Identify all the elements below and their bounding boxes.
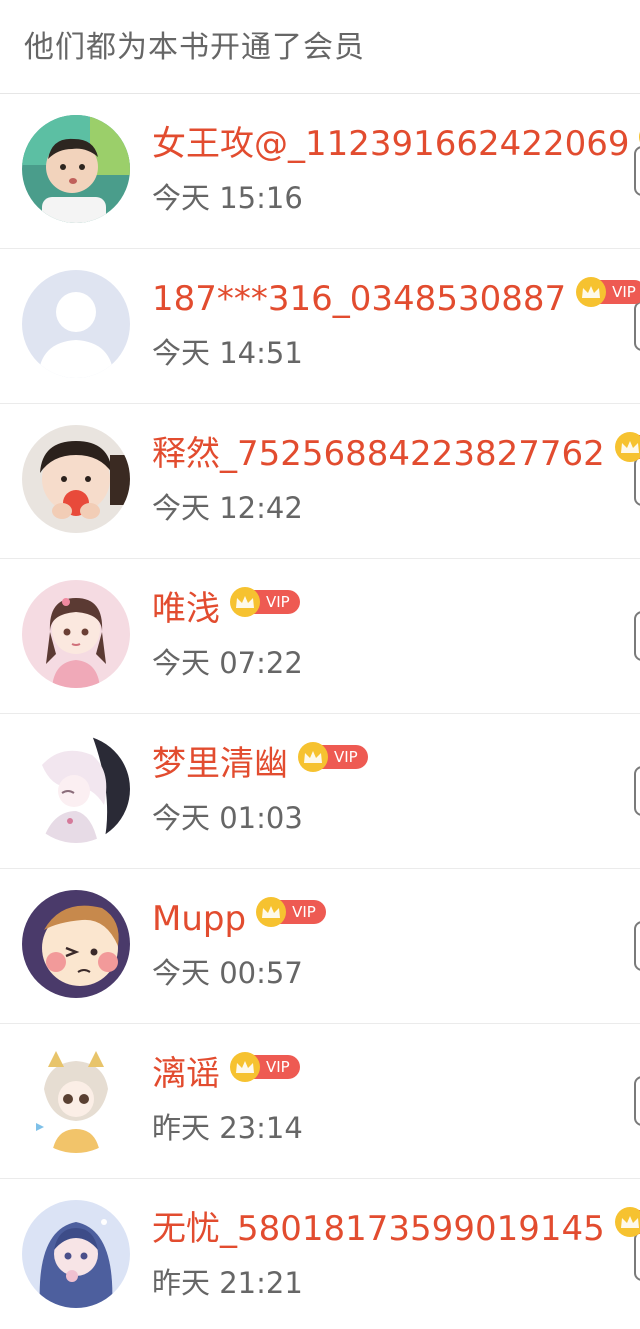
user-name[interactable]: 释然_75256884223827762: [152, 432, 605, 476]
name-line: Mupp VIP: [152, 897, 326, 941]
follow-button[interactable]: [634, 766, 640, 816]
list-item[interactable]: 唯浅 VIP 今天 07:22: [0, 559, 640, 714]
user-name[interactable]: 梦里清幽: [152, 742, 288, 786]
crown-icon: [298, 742, 328, 772]
crown-icon: [256, 897, 287, 927]
crown-icon: [230, 587, 260, 617]
join-time: 今天 00:57: [152, 956, 303, 990]
vip-badge: VIP: [576, 277, 640, 307]
page-header: 他们都为本书开通了会员: [0, 0, 640, 94]
name-line: 唯浅 VIP: [152, 587, 300, 631]
list-item[interactable]: 187***316_0348530887 VIP 今天 14:51: [0, 249, 640, 404]
vip-members-page: 他们都为本书开通了会员 女王攻@_112391662422069 今天 15:1…: [0, 0, 640, 1329]
avatar[interactable]: [22, 580, 130, 688]
user-name[interactable]: 女王攻@_112391662422069: [152, 122, 629, 166]
avatar[interactable]: [22, 115, 130, 223]
follow-button[interactable]: [634, 1231, 640, 1281]
follow-button[interactable]: [634, 456, 640, 506]
follow-button[interactable]: [634, 921, 640, 971]
vip-badge: VIP: [614, 432, 640, 462]
member-list: 女王攻@_112391662422069 VIP 今天 15:16: [0, 94, 640, 1329]
user-name[interactable]: 唯浅: [152, 587, 220, 631]
avatar[interactable]: [22, 1200, 130, 1308]
name-line: 漓谣 VIP: [152, 1052, 300, 1096]
crown-icon: [576, 277, 607, 307]
follow-button[interactable]: [634, 611, 640, 661]
avatar[interactable]: [22, 270, 130, 378]
name-line: 梦里清幽 VIP: [152, 742, 368, 786]
follow-button[interactable]: [634, 301, 640, 351]
join-time: 今天 07:22: [152, 646, 303, 680]
crown-icon: [230, 1052, 260, 1082]
crown-icon: [614, 1207, 640, 1237]
list-item[interactable]: 女王攻@_112391662422069 VIP 今天 15:16: [0, 94, 640, 249]
list-item[interactable]: 梦里清幽 VIP 今天 01:03: [0, 714, 640, 869]
join-time: 今天 15:16: [152, 181, 303, 215]
user-name[interactable]: 无忧_58018173599019145: [152, 1207, 605, 1251]
avatar[interactable]: [22, 1045, 130, 1153]
user-name[interactable]: 187***316_0348530887: [152, 277, 566, 321]
vip-badge: VIP: [230, 1052, 300, 1082]
list-item[interactable]: Mupp VIP 今天 00:57: [0, 869, 640, 1024]
crown-icon: [614, 432, 640, 462]
vip-badge: VIP: [298, 742, 368, 772]
name-line: 女王攻@_112391662422069 VIP: [152, 122, 640, 166]
join-time: 昨天 23:14: [152, 1111, 303, 1145]
avatar[interactable]: [22, 890, 130, 998]
user-name[interactable]: 漓谣: [152, 1052, 220, 1096]
vip-badge: VIP: [230, 587, 300, 617]
list-item[interactable]: 漓谣 VIP 昨天 23:14: [0, 1024, 640, 1179]
page-title: 他们都为本书开通了会员: [24, 29, 365, 65]
list-item[interactable]: 释然_75256884223827762 VIP 今天 12:42: [0, 404, 640, 559]
avatar[interactable]: [22, 425, 130, 533]
name-line: 释然_75256884223827762 VIP: [152, 432, 640, 476]
follow-button[interactable]: [634, 1076, 640, 1126]
avatar[interactable]: [22, 735, 130, 843]
join-time: 今天 12:42: [152, 491, 303, 525]
join-time: 今天 01:03: [152, 801, 303, 835]
name-line: 无忧_58018173599019145 VIP: [152, 1207, 640, 1251]
user-name[interactable]: Mupp: [152, 897, 246, 941]
name-line: 187***316_0348530887 VIP: [152, 277, 640, 321]
list-item[interactable]: 无忧_58018173599019145 VIP 昨天 21:21: [0, 1179, 640, 1329]
join-time: 昨天 21:21: [152, 1266, 303, 1300]
join-time: 今天 14:51: [152, 336, 303, 370]
follow-button[interactable]: [634, 146, 640, 196]
vip-badge: VIP: [256, 897, 326, 927]
vip-badge: VIP: [614, 1207, 640, 1237]
